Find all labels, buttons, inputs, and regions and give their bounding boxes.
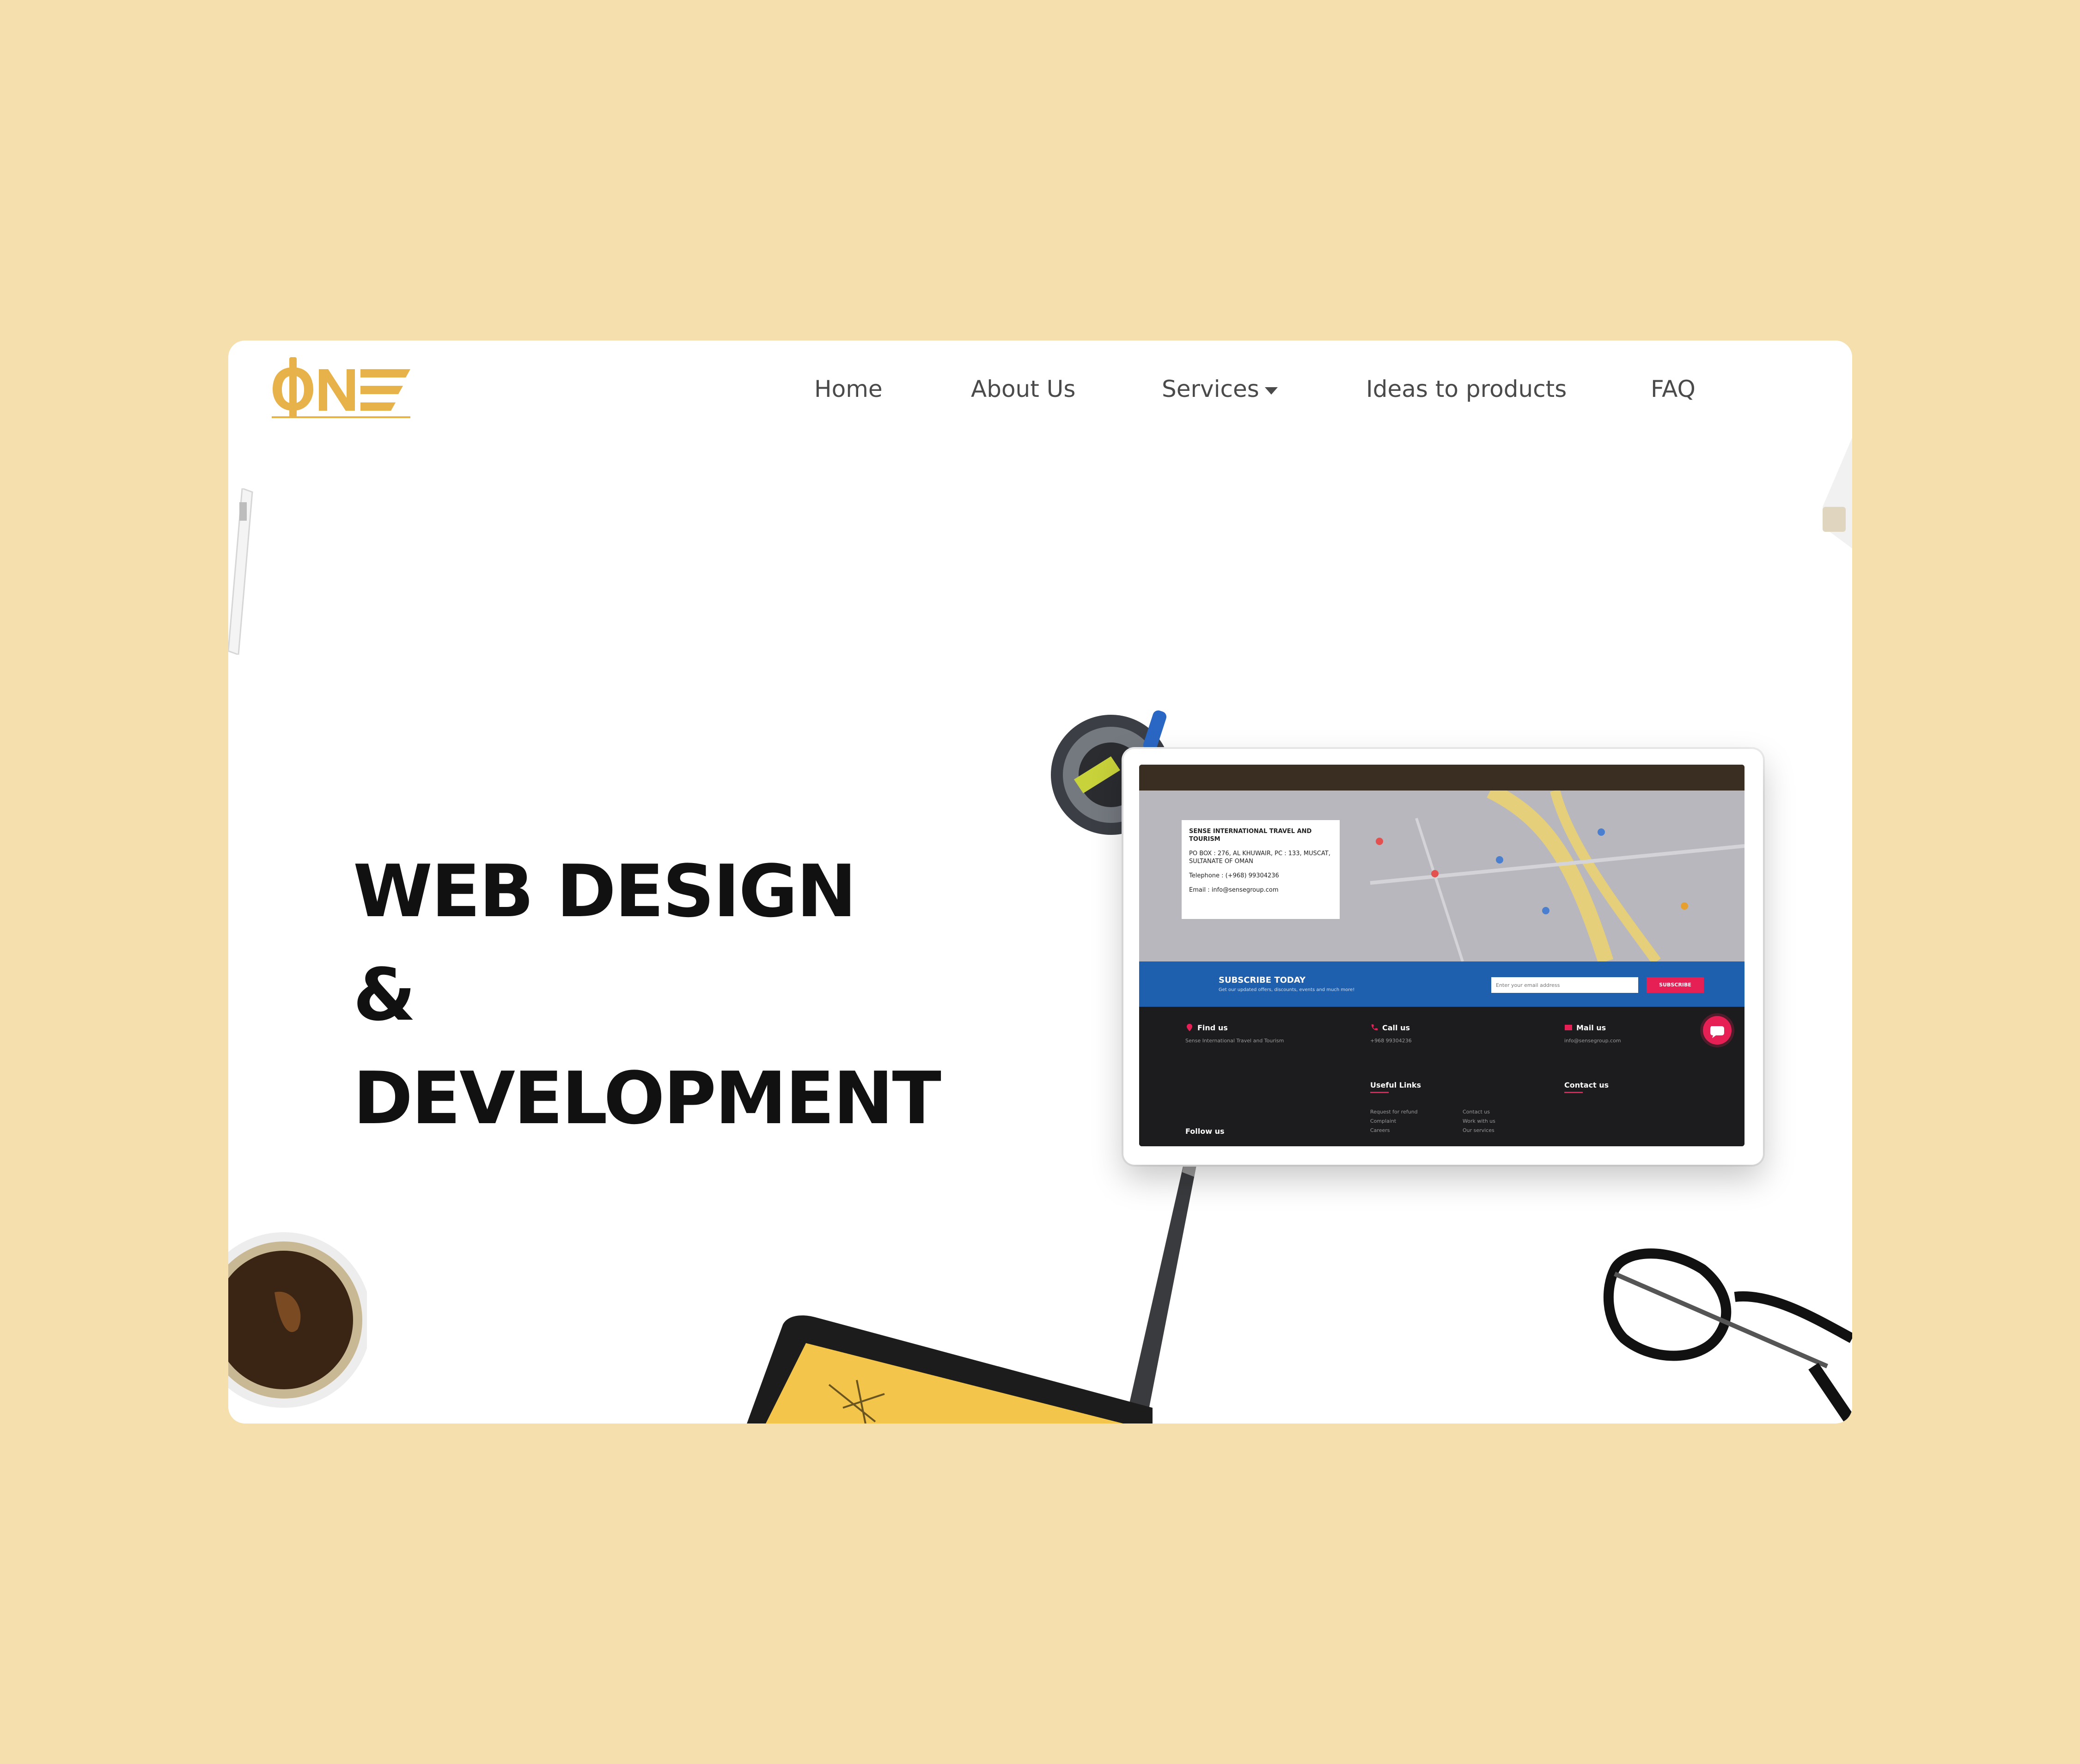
map-info-telephone: Telephone : (+968) 99304236 (1189, 872, 1279, 879)
footer-link-complaint[interactable]: Complaint (1370, 1118, 1396, 1125)
subscribe-title: SUBSCRIBE TODAY (1219, 975, 1306, 985)
glasses-decoration (1603, 1248, 1852, 1423)
caret-down-icon (1264, 387, 1278, 395)
cable-decoration (1823, 438, 1852, 548)
subscribe-button[interactable]: SUBSCRIBE (1647, 977, 1704, 993)
nav-about-us[interactable]: About Us (971, 368, 1075, 410)
footer-link-refund[interactable]: Request for refund (1370, 1108, 1418, 1116)
useful-links-underline (1370, 1092, 1389, 1093)
footer-useful-links: Useful Links (1370, 1081, 1421, 1089)
footer-find-us-text: Sense International Travel and Tourism (1185, 1038, 1284, 1044)
footer-link-careers[interactable]: Careers (1370, 1127, 1390, 1134)
subscribe-band: SUBSCRIBE TODAY Get our updated offers, … (1139, 961, 1745, 1007)
tablet-decoration (747, 1315, 1153, 1423)
contact-us-underline (1564, 1092, 1583, 1093)
hero-line-2: DEVELOPMENT (353, 1056, 941, 1140)
subscribe-email-input[interactable] (1491, 977, 1638, 993)
map-info-name: SENSE INTERNATIONAL TRAVEL AND TOURISM (1189, 828, 1312, 843)
location-pin-icon (1187, 1024, 1192, 1031)
nav-home[interactable]: Home (814, 368, 883, 410)
mockup-top-strip (1139, 765, 1745, 791)
nav-ideas-to-products[interactable]: Ideas to products (1366, 368, 1567, 410)
map-info-box: SENSE INTERNATIONAL TRAVEL AND TOURISM P… (1182, 820, 1340, 919)
mail-icon (1565, 1025, 1572, 1030)
hero-heading: WEB DESIGN & DEVELOPMENT (353, 839, 941, 1150)
chat-bubble-icon (1710, 1026, 1724, 1038)
map-info-address: PO BOX : 276, AL KHUWAIR, PC : 133, MUSC… (1189, 850, 1330, 865)
subscribe-subtitle: Get our updated offers, discounts, event… (1219, 987, 1355, 992)
hero-card: Home About Us Services Ideas to products… (228, 341, 1852, 1423)
website-mockup: SENSE INTERNATIONAL TRAVEL AND TOURISM P… (1123, 749, 1763, 1165)
footer-contact-us: Contact us (1564, 1081, 1609, 1089)
footer-mail-us: Mail us (1576, 1023, 1606, 1032)
mockup-map: SENSE INTERNATIONAL TRAVEL AND TOURISM P… (1139, 791, 1745, 961)
nav-services[interactable]: Services (1162, 368, 1278, 410)
footer-mail-us-text: info@sensegroup.com (1564, 1038, 1621, 1044)
mockup-footer: Find us Sense International Travel and T… (1139, 1007, 1745, 1146)
mockup-screen: SENSE INTERNATIONAL TRAVEL AND TOURISM P… (1139, 765, 1745, 1146)
main-nav: Home About Us Services Ideas to products… (228, 368, 1852, 410)
map-info-email: Email : info@sensegroup.com (1189, 887, 1279, 894)
footer-call-us-text: +968 99304236 (1370, 1038, 1412, 1044)
footer-find-us: Find us (1197, 1023, 1228, 1032)
chat-button[interactable] (1703, 1016, 1732, 1045)
nav-faq[interactable]: FAQ (1651, 368, 1696, 410)
footer-link-work[interactable]: Work with us (1463, 1118, 1495, 1125)
footer-link-services[interactable]: Our services (1463, 1127, 1494, 1134)
pen-decoration (228, 488, 253, 655)
footer-call-us: Call us (1382, 1023, 1410, 1032)
footer-link-contact[interactable]: Contact us (1463, 1108, 1490, 1116)
footer-follow-us: Follow us (1185, 1127, 1225, 1136)
hero-line-1: WEB DESIGN & (353, 849, 857, 1037)
coffee-cup-decoration (228, 1232, 367, 1408)
nav-services-label: Services (1162, 376, 1259, 402)
phone-icon (1371, 1024, 1378, 1031)
